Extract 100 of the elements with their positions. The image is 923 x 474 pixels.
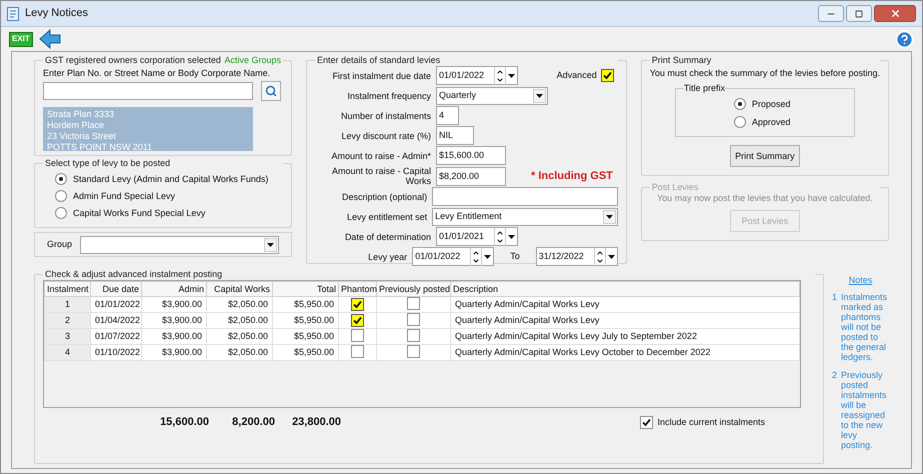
field-label: Instalment frequency (346, 90, 431, 100)
search-button[interactable] (261, 81, 281, 101)
summary-message: You must check the summary of the levies before posting. (650, 68, 880, 79)
field-label: Number of instalments (340, 110, 431, 120)
table-cell: 01/01/2022 (90, 296, 142, 312)
gst-note: * Including GST (531, 170, 613, 182)
field-label: Levy discount rate (%) (340, 130, 431, 140)
column-header: Due date (90, 282, 142, 296)
date-field[interactable]: 01/01/2022 (412, 247, 494, 266)
radio-label: Approved (752, 116, 790, 128)
post-message: You may now post the levies that you have calculated. (656, 193, 873, 204)
dropdown-icon[interactable] (481, 248, 494, 266)
table-cell: $5,950.00 (272, 296, 338, 312)
dropdown-field[interactable]: Levy Entitlement (432, 208, 618, 226)
include-label: Include current instalments (657, 417, 765, 428)
close-button[interactable] (874, 5, 916, 22)
date-field[interactable]: 01/01/2021 (436, 227, 518, 246)
date-value: 01/01/2021 (438, 231, 484, 242)
date-field[interactable]: 31/12/2022 (536, 247, 618, 266)
table-cell: 1 (44, 296, 90, 312)
advanced-checkbox[interactable] (600, 69, 614, 82)
note-number: 2 (832, 370, 838, 382)
note-number: 1 (832, 292, 838, 304)
group-title: GST registered owners corporation selected (45, 55, 221, 66)
table-cell: $3,900.00 (142, 312, 206, 328)
spin-icon[interactable] (494, 66, 505, 84)
dropdown-field[interactable] (80, 236, 279, 254)
dropdown-icon[interactable] (604, 248, 617, 266)
phantom-checkbox[interactable] (351, 329, 364, 342)
date-field[interactable]: 01/01/2022 (436, 66, 518, 85)
field-label: Amount to raise - Admin* (330, 150, 431, 160)
field-label: Levy year (367, 252, 408, 262)
group-title: Enter details of standard levies (317, 55, 440, 66)
table-cell: Quarterly Admin/Capital Works Levy October to December 2022 (450, 344, 800, 360)
table-cell: $3,900.00 (142, 344, 206, 360)
table-cell: 2 (44, 312, 90, 328)
back-arrow-icon[interactable] (38, 29, 61, 49)
table-cell: $2,050.00 (206, 296, 272, 312)
column-header: Phantom (338, 282, 376, 296)
window-title: Levy Notices (25, 8, 88, 19)
address-line: Strata Plan 3333 (47, 109, 116, 120)
radio-button[interactable] (55, 207, 67, 219)
spin-icon[interactable] (470, 248, 482, 266)
input-field[interactable] (432, 187, 618, 206)
table-cell: $5,950.00 (272, 328, 338, 344)
column-header: Previously posted (376, 282, 450, 296)
dropdown-icon[interactable] (264, 238, 277, 252)
posted-checkbox[interactable] (407, 329, 420, 342)
field-label: Date of determination (344, 232, 431, 242)
document-icon (7, 6, 19, 20)
radio-label: Admin Fund Special Levy (73, 190, 176, 202)
dropdown-icon[interactable] (533, 88, 546, 102)
posted-checkbox[interactable] (407, 313, 420, 326)
help-icon[interactable] (895, 30, 914, 48)
field-label: Levy entitlement set (346, 212, 428, 222)
table-cell: $3,900.00 (142, 296, 206, 312)
column-header: Capital Works (206, 282, 272, 296)
group-label: Group (47, 239, 72, 250)
radio-label: Standard Levy (Admin and Capital Works Funds) (73, 174, 268, 184)
radio-label: Capital Works Fund Special Levy (73, 208, 206, 218)
date-value: 01/01/2022 (438, 70, 484, 81)
group-title: Print Summary (652, 55, 712, 66)
table-cell: Quarterly Admin/Capital Works Levy (450, 312, 800, 328)
radio-button[interactable] (55, 190, 67, 202)
grand-total: 23,800.00 (291, 417, 341, 428)
dropdown-field[interactable]: Quarterly (436, 86, 548, 104)
table-cell: $5,950.00 (272, 312, 338, 328)
radio-button[interactable] (734, 98, 746, 110)
admin-total: 15,600.00 (159, 417, 209, 428)
table-cell: $5,950.00 (272, 344, 338, 360)
spin-icon[interactable] (494, 228, 505, 246)
date-value: 31/12/2022 (538, 251, 584, 262)
column-header: Instalment (44, 282, 90, 296)
maximize-button[interactable] (846, 5, 872, 22)
print-summary-button[interactable]: Print Summary (730, 145, 800, 167)
table-cell: Quarterly Admin/Capital Works Levy July to September 2022 (450, 328, 800, 344)
input-field[interactable]: NIL (436, 126, 474, 145)
spin-icon[interactable] (594, 248, 605, 266)
include-checkbox[interactable] (640, 416, 654, 429)
radio-button[interactable] (55, 173, 67, 185)
radio-button[interactable] (734, 116, 746, 128)
dropdown-icon[interactable] (602, 210, 616, 224)
group-title: Check & adjust advanced instalment posting (45, 269, 222, 280)
phantom-checkbox[interactable] (351, 298, 364, 311)
input-field[interactable]: 4 (436, 106, 459, 125)
column-header: Admin (142, 282, 206, 296)
field-label: To (509, 251, 521, 262)
dropdown-icon[interactable] (505, 228, 517, 246)
phantom-checkbox[interactable] (351, 345, 364, 358)
input-field[interactable]: $15,600.00 (436, 146, 506, 165)
search-field[interactable] (43, 82, 253, 100)
posted-checkbox[interactable] (407, 297, 420, 310)
posted-checkbox[interactable] (407, 345, 420, 358)
table-cell: $2,050.00 (206, 312, 272, 328)
dropdown-icon[interactable] (505, 66, 517, 84)
input-field[interactable]: $8,200.00 (436, 166, 506, 186)
phantom-checkbox[interactable] (351, 314, 364, 327)
column-header: Total (272, 282, 338, 296)
table-cell: 01/04/2022 (90, 312, 142, 328)
table-cell: 4 (44, 344, 90, 360)
